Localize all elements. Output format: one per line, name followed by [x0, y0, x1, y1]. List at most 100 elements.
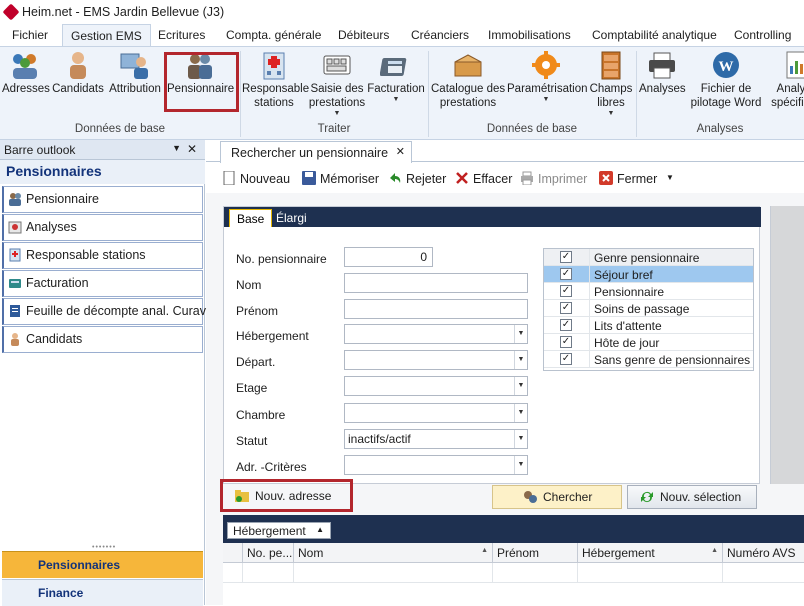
highlight-box-pensionnaire: [164, 52, 239, 112]
checkbox[interactable]: ✓: [560, 319, 572, 331]
statut-select[interactable]: inactifs/actif ▼: [344, 429, 528, 449]
fermer-button[interactable]: Fermer: [599, 171, 657, 186]
tab-comptabilite-analytique[interactable]: Comptabilité analytique: [584, 24, 725, 46]
tab-immobilisations[interactable]: Immobilisations: [480, 24, 579, 46]
no-pensionnaire-field[interactable]: 0: [344, 247, 433, 267]
close-icon[interactable]: ✕: [187, 142, 197, 156]
column-header-nom[interactable]: Nom ▲: [294, 543, 493, 563]
checklist-header-row[interactable]: ✓ Genre pensionnaire: [544, 249, 753, 266]
imprimer-button[interactable]: Imprimer: [520, 171, 587, 186]
hebergement-select[interactable]: ▼: [344, 324, 528, 344]
checkbox[interactable]: ✓: [560, 285, 572, 297]
tab-ecritures[interactable]: Ecritures: [150, 24, 213, 46]
wordpress-icon: W: [710, 50, 742, 80]
nav-item-candidats[interactable]: Candidats: [2, 326, 203, 353]
analyses-button[interactable]: Analyses: [639, 50, 686, 96]
checkbox[interactable]: ✓: [560, 336, 572, 348]
form-tab-bar: Base Élargi: [224, 207, 761, 227]
checklist-row-lits-attente[interactable]: ✓ Lits d'attente: [544, 317, 753, 334]
chevron-down-icon[interactable]: ▼: [514, 325, 527, 343]
tab-gestion-ems[interactable]: Gestion EMS: [62, 24, 151, 46]
chevron-down-icon[interactable]: ▼: [514, 456, 527, 474]
nav-item-pensionnaire[interactable]: Pensionnaire: [2, 186, 203, 213]
parametrisation-button[interactable]: Paramétrisation ▼: [507, 50, 588, 104]
person-icon: [8, 332, 22, 346]
chercher-button[interactable]: Chercher: [492, 485, 622, 509]
nouv-selection-button[interactable]: Nouv. sélection: [627, 485, 757, 509]
rejeter-button[interactable]: Rejeter: [388, 171, 446, 186]
catalogue-prestations-button[interactable]: Catalogue des prestations: [431, 50, 505, 110]
group-by-bar: Hébergement ▲: [223, 516, 804, 543]
checklist-row-sans-genre[interactable]: ✓ Sans genre de pensionnaires: [544, 351, 753, 368]
pin-dropdown-icon[interactable]: ▼: [172, 143, 181, 153]
chevron-down-icon: ▼: [333, 110, 341, 117]
title-bar: Heim.net - EMS Jardin Bellevue (J3): [0, 0, 804, 24]
tab-fichier[interactable]: Fichier: [4, 24, 56, 46]
label-etage: Etage: [236, 381, 268, 395]
responsable-stations-button[interactable]: Responsable stations: [242, 50, 309, 110]
chevron-down-icon: ▼: [542, 96, 550, 103]
etage-select[interactable]: ▼: [344, 376, 528, 396]
adr-criteres-select[interactable]: ▼: [344, 455, 528, 475]
chevron-down-icon[interactable]: ▼: [514, 430, 527, 448]
candidats-button[interactable]: Candidats: [52, 50, 104, 96]
document-tab-rechercher[interactable]: Rechercher un pensionnaire ✕: [220, 141, 412, 163]
tab-creanciers[interactable]: Créanciers: [403, 24, 477, 46]
nav-item-feuille-decompte[interactable]: Feuille de décompte anal. Curavi: [2, 298, 209, 325]
tab-compta-generale[interactable]: Compta. générale: [218, 24, 329, 46]
nouveau-button[interactable]: Nouveau: [222, 170, 290, 186]
nav-item-responsable-stations[interactable]: Responsable stations: [2, 242, 203, 269]
tab-elargi[interactable]: Élargi: [269, 209, 314, 227]
checklist-row-pensionnaire[interactable]: ✓ Pensionnaire: [544, 283, 753, 300]
grid-indicator-column: [223, 543, 243, 563]
saisie-prestations-button[interactable]: Saisie des prestations ▼: [308, 50, 366, 118]
checklist-row-soins-de-passage[interactable]: ✓ Soins de passage: [544, 300, 753, 317]
adresses-button[interactable]: Adresses: [2, 50, 50, 96]
facturation-button[interactable]: Facturation ▼: [366, 50, 426, 104]
memoriser-button[interactable]: Mémoriser: [302, 171, 379, 186]
calculator-icon: [8, 276, 22, 290]
chevron-down-icon[interactable]: ▼: [514, 404, 527, 422]
outlook-button-pensionnaires[interactable]: Pensionnaires: [2, 551, 203, 578]
column-header-hebergement[interactable]: Hébergement ▲: [578, 543, 723, 563]
column-header-no-pensionnaire[interactable]: No. pe...: [243, 543, 294, 563]
close-tab-icon[interactable]: ✕: [396, 145, 405, 158]
chevron-down-icon[interactable]: ▼: [514, 351, 527, 369]
tab-debiteurs[interactable]: Débiteurs: [330, 24, 397, 46]
outlook-button-finance[interactable]: Finance: [2, 579, 203, 606]
checkbox[interactable]: ✓: [560, 302, 572, 314]
attribution-button[interactable]: Attribution: [107, 50, 163, 96]
analyse-specifique-button[interactable]: Analyse spécifique: [766, 50, 804, 110]
prenom-field[interactable]: [344, 299, 528, 319]
tab-base[interactable]: Base: [229, 209, 273, 227]
depart-select[interactable]: ▼: [344, 350, 528, 370]
cabinet-icon: [595, 50, 627, 80]
nav-item-analyses[interactable]: Analyses: [2, 214, 203, 241]
nav-item-facturation[interactable]: Facturation: [2, 270, 203, 297]
toolbar-overflow-icon[interactable]: ▼: [666, 173, 674, 182]
nom-field[interactable]: [344, 273, 528, 293]
effacer-button[interactable]: Effacer: [455, 171, 512, 186]
group-by-chip-hebergement[interactable]: Hébergement ▲: [227, 522, 331, 539]
search-people-icon: [523, 490, 537, 504]
column-header-prenom[interactable]: Prénom: [493, 543, 578, 563]
checkbox[interactable]: ✓: [560, 268, 572, 280]
refresh-icon: [640, 490, 654, 504]
table-row[interactable]: [223, 563, 804, 583]
checkbox[interactable]: ✓: [560, 353, 572, 365]
splitter-grip[interactable]: •••••••: [92, 544, 116, 551]
residents-icon: [8, 192, 22, 206]
label-nom: Nom: [236, 278, 262, 292]
checklist-row-sejour-bref[interactable]: ✓ Séjour bref: [544, 266, 753, 283]
close-window-icon: [599, 171, 613, 185]
chambre-select[interactable]: ▼: [344, 403, 528, 423]
table-cell: [493, 563, 578, 583]
document-tab-bar: Rechercher un pensionnaire ✕: [206, 140, 804, 163]
checklist-row-hote-de-jour[interactable]: ✓ Hôte de jour: [544, 334, 753, 351]
tab-controlling[interactable]: Controlling: [726, 24, 799, 46]
column-header-numero-avs[interactable]: Numéro AVS: [723, 543, 804, 563]
chevron-down-icon[interactable]: ▼: [514, 377, 527, 395]
fichier-pilotage-word-button[interactable]: W Fichier de pilotage Word: [689, 50, 763, 110]
checkbox-all[interactable]: ✓: [560, 251, 572, 263]
champs-libres-button[interactable]: Champs libres ▼: [589, 50, 633, 118]
